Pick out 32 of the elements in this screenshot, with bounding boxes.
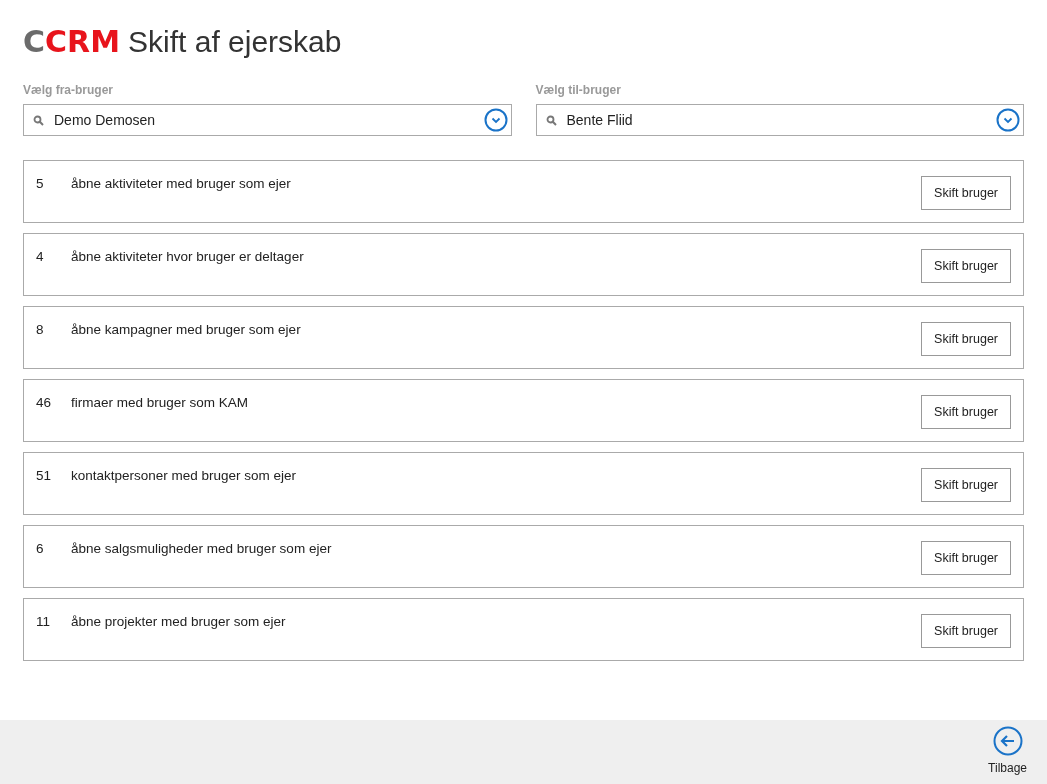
change-user-button[interactable]: Skift bruger [921, 614, 1011, 648]
logo: CCRM [23, 27, 120, 57]
dropdown-icon[interactable] [996, 108, 1020, 132]
record-count: 51 [36, 467, 53, 485]
record-count: 46 [36, 394, 53, 412]
search-icon [545, 115, 557, 126]
page-title: Skift af ejerskab [128, 27, 342, 57]
record-description: åbne salgsmuligheder med bruger som ejer [71, 540, 333, 558]
back-button[interactable]: Tilbage [988, 726, 1027, 784]
user-picker[interactable]: Demo Demosen [23, 104, 512, 136]
record-description: kontaktpersoner med bruger som ejer [71, 467, 298, 485]
record-count: 11 [36, 613, 51, 631]
record-description: åbne aktiviteter hvor bruger er deltager [71, 248, 305, 266]
field-label: Vælg fra-bruger [23, 82, 114, 99]
record-description: åbne projekter med bruger som ejer [71, 613, 287, 631]
record-count: 8 [36, 321, 45, 339]
change-user-button[interactable]: Skift bruger [921, 249, 1011, 283]
change-user-button[interactable]: Skift bruger [921, 468, 1011, 502]
record-description: åbne aktiviteter med bruger som ejer [71, 175, 292, 193]
field-label: Vælg til-bruger [535, 82, 622, 99]
record-description: åbne kampagner med bruger som ejer [71, 321, 302, 339]
dropdown-icon[interactable] [483, 108, 508, 132]
search-icon [33, 115, 44, 126]
change-user-button[interactable]: Skift bruger [921, 322, 1011, 356]
record-count: 4 [36, 248, 45, 266]
record-description: firmaer med bruger som KAM [71, 394, 250, 412]
record-count: 5 [36, 175, 45, 193]
change-user-button[interactable]: Skift bruger [921, 395, 1011, 429]
record-count: 6 [36, 540, 45, 558]
change-user-button[interactable]: Skift bruger [921, 176, 1011, 210]
user-picker[interactable]: Bente Fliid [535, 104, 1024, 136]
change-user-button[interactable]: Skift bruger [921, 541, 1011, 575]
